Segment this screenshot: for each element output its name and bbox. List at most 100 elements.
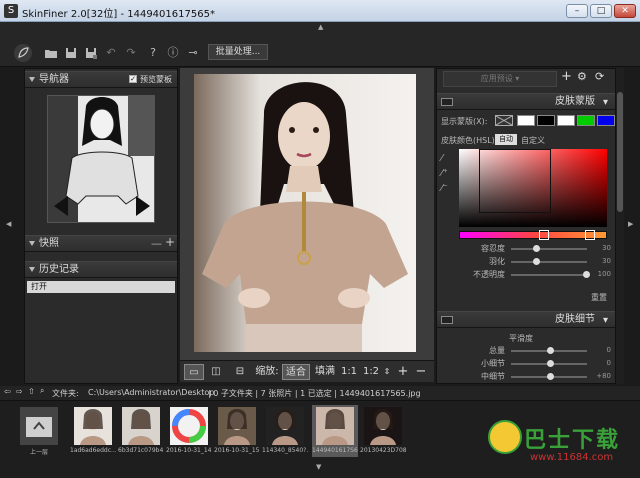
hue-knob[interactable] (585, 230, 595, 240)
mask-color-swatch[interactable] (577, 115, 595, 126)
mask-color-swatch[interactable] (517, 115, 535, 126)
collapse-arrow-icon: ▾ (603, 97, 609, 108)
collapse-bottom-icon[interactable]: ▼ (316, 463, 321, 471)
back-arrow-icon[interactable]: ⇦ (4, 387, 11, 396)
scrollbar-thumb[interactable] (617, 92, 623, 212)
show-mask-label: 显示蒙版(X): (441, 117, 488, 126)
left-panel: 导航器 ✓ 预览蒙板 快照 — + 历史记录 打开 (24, 68, 178, 384)
collapse-top-icon[interactable]: ▲ (318, 23, 323, 31)
slider-knob[interactable] (547, 347, 554, 354)
info-icon[interactable]: ⓘ (166, 46, 180, 60)
film-thumbnail[interactable]: 2016-10-31_14... (166, 405, 212, 457)
thumbnail-caption: 上一层 (29, 449, 48, 456)
add-snapshot-icon[interactable]: + (165, 235, 175, 250)
path-bar: ⇦ ⇨ ⇧ ⌕ 文件夹: C:\Users\Administrator\Desk… (0, 386, 640, 400)
close-button[interactable]: ✕ (614, 4, 636, 18)
zoom-1-1-button[interactable]: 1:1 (340, 364, 358, 380)
no-mask-swatch[interactable] (495, 115, 513, 126)
zoom-fit-button[interactable]: 适合 (282, 364, 310, 380)
up-folder-icon[interactable]: ⇧ (28, 387, 35, 396)
refresh-icon[interactable]: ⟳ (595, 70, 604, 83)
film-thumbnail[interactable]: 6b3d71c079b4... (118, 405, 164, 457)
thumbnail-caption: 114340_8540?... (262, 447, 308, 454)
slider-knob[interactable] (547, 360, 554, 367)
undo-icon[interactable]: ↶ (104, 46, 118, 60)
snapshot-header[interactable]: 快照 — + (25, 235, 177, 252)
skin-mask-title: 皮肤蒙版 (555, 96, 595, 107)
save-as-icon[interactable] (84, 46, 98, 60)
thumbnail-caption: 1ad6ad6eddc... (70, 447, 116, 454)
batch-process-button[interactable]: 批量处理... (208, 44, 268, 60)
collapse-right-icon[interactable]: ▶ (628, 220, 633, 228)
mask-color-swatch[interactable] (557, 115, 575, 126)
help-icon[interactable]: ? (146, 46, 160, 60)
custom-button[interactable]: 自定义 (521, 135, 545, 146)
skin-detail-header[interactable]: 皮肤细节 ▾ (437, 311, 615, 328)
zoom-fill-button[interactable]: 填满 (312, 364, 338, 380)
redo-icon[interactable]: ↷ (124, 46, 138, 60)
thumbnail-image (74, 407, 112, 445)
film-thumbnail[interactable]: 1ad6ad6eddc... (70, 405, 116, 457)
navigator-header[interactable]: 导航器 ✓ 预览蒙板 (25, 71, 177, 88)
slider-label: 小细节 (481, 359, 505, 368)
site-logo-icon (488, 420, 522, 454)
slider-knob[interactable] (532, 245, 540, 252)
reset-button[interactable]: 重置 (591, 292, 607, 303)
slider-knob[interactable] (532, 258, 540, 265)
open-folder-icon[interactable] (44, 46, 58, 60)
hue-knob[interactable] (539, 230, 549, 240)
maximize-button[interactable]: □ (590, 4, 612, 18)
snapshot-title: 快照 (39, 238, 59, 249)
preview-mask-checkbox[interactable]: ✓ (129, 75, 137, 83)
thumbnail-caption: 2016-10-31_15... (214, 447, 260, 454)
split-view-icon[interactable]: ◫ (206, 364, 226, 380)
skin-mask-toggle[interactable] (441, 98, 453, 106)
compare-view-icon[interactable]: ⊟ (230, 364, 250, 380)
add-preset-icon[interactable]: + (561, 69, 572, 84)
slider-value: +80 (596, 372, 611, 380)
film-thumbnail[interactable]: 20130423D708... (360, 405, 406, 457)
single-view-icon[interactable]: ▭ (184, 364, 204, 380)
settings-gear-icon[interactable]: ⚙ (577, 70, 587, 83)
plugin-icon[interactable]: ⊸ (186, 46, 200, 60)
history-header[interactable]: 历史记录 (25, 261, 177, 278)
remove-snapshot-icon[interactable]: — (151, 236, 162, 251)
forward-arrow-icon[interactable]: ⇨ (16, 387, 23, 396)
thumbnail-image (364, 407, 402, 445)
thumbnail-image (218, 407, 256, 445)
photo-canvas[interactable] (180, 68, 434, 362)
history-item[interactable]: 打开 (27, 281, 175, 293)
parent-folder-item[interactable]: 上一层 (16, 405, 62, 457)
minimize-button[interactable]: – (566, 4, 588, 18)
zoom-in-icon[interactable]: + (396, 364, 410, 380)
slider-track[interactable] (511, 261, 587, 263)
skin-mask-header[interactable]: 皮肤蒙版 ▾ (437, 93, 615, 110)
film-thumbnail[interactable]: 1449401617S6... (312, 405, 358, 457)
auto-button[interactable]: 自动 (495, 134, 517, 145)
folder-path[interactable]: C:\Users\Administrator\Desktop (88, 388, 214, 397)
hue-slider-knobs[interactable] (459, 230, 607, 240)
zoom-1-2-button[interactable]: 1:2 (362, 364, 380, 380)
leaf-logo-icon (14, 44, 32, 62)
preview-mask-label: 预览蒙板 (140, 75, 172, 84)
preset-dropdown[interactable]: 应用预设 ▾ (443, 71, 557, 87)
mask-color-swatch[interactable] (597, 115, 615, 126)
slider-knob[interactable] (583, 271, 590, 278)
eyedropper-tools[interactable]: ⁄ ⁄⁺ ⁄⁻ (441, 151, 453, 211)
mask-color-swatch[interactable] (537, 115, 555, 126)
slider-track[interactable] (511, 274, 587, 276)
zoom-bar: ▭ ◫ ⊟ 缩放: 适合 填满 1:1 1:2 ⇕ + − (180, 360, 434, 382)
skin-detail-toggle[interactable] (441, 316, 453, 324)
save-icon[interactable] (64, 46, 78, 60)
slider-knob[interactable] (547, 373, 554, 380)
film-thumbnail[interactable]: 114340_8540?... (262, 405, 308, 457)
film-thumbnail[interactable]: 2016-10-31_15... (214, 405, 260, 457)
zoom-stepper-icon[interactable]: ⇕ (382, 364, 392, 380)
skin-range-box[interactable] (479, 149, 551, 213)
hsl-color-picker[interactable] (459, 149, 607, 227)
navigator-thumbnail[interactable] (47, 95, 155, 223)
zoom-out-icon[interactable]: − (414, 364, 428, 380)
collapse-left-icon[interactable]: ◀ (6, 220, 11, 228)
search-icon[interactable]: ⌕ (40, 386, 44, 396)
slider-track[interactable] (511, 248, 587, 250)
